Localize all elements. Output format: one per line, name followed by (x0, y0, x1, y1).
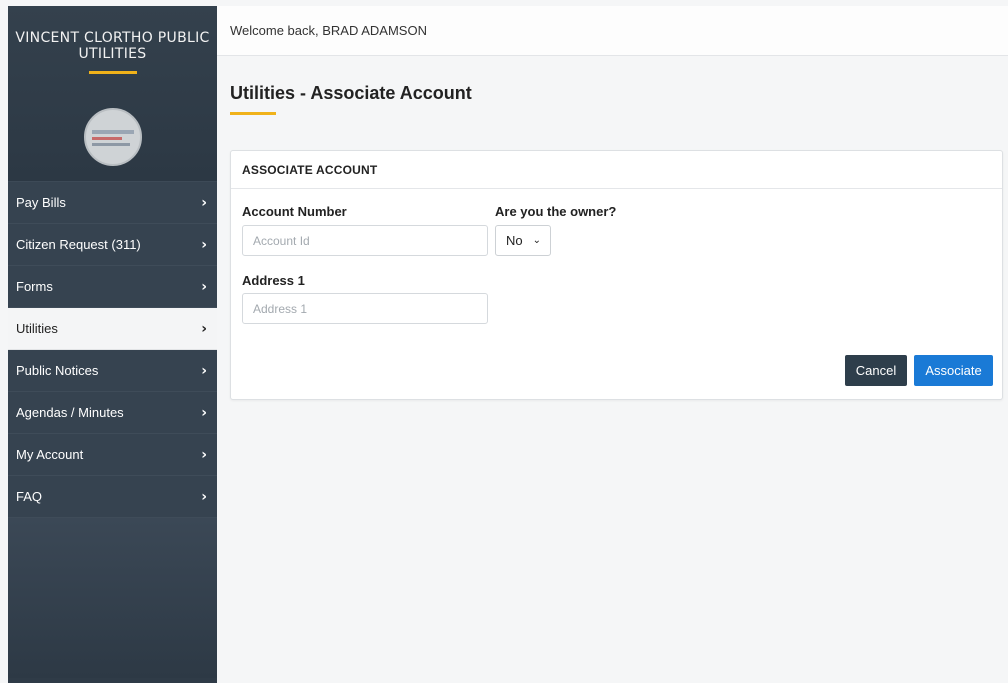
owner-select[interactable]: No ⌄ (495, 225, 551, 256)
sidebar-item-label: Public Notices (16, 363, 99, 378)
page-title: Utilities - Associate Account (230, 83, 472, 103)
account-number-input[interactable] (242, 225, 488, 256)
account-number-label: Account Number (242, 204, 347, 219)
sidebar-item-label: Forms (16, 279, 53, 294)
chevron-right-icon: › (201, 362, 207, 379)
sidebar-item-faq[interactable]: FAQ › (8, 476, 217, 518)
sidebar-item-label: Citizen Request (311) (16, 237, 141, 252)
sidebar-item-pay-bills[interactable]: Pay Bills › (8, 182, 217, 224)
sidebar-item-forms[interactable]: Forms › (8, 266, 217, 308)
address1-label: Address 1 (242, 273, 305, 288)
address1-input[interactable] (242, 293, 488, 324)
chevron-down-icon: ⌄ (532, 235, 542, 246)
sidebar-nav: Pay Bills › Citizen Request (311) › Form… (8, 182, 217, 518)
sidebar-item-public-notices[interactable]: Public Notices › (8, 350, 217, 392)
chevron-right-icon: › (201, 320, 207, 337)
associate-account-card: ASSOCIATE ACCOUNT Account Number Are you… (230, 150, 1003, 400)
title-underline (230, 112, 276, 115)
chevron-right-icon: › (201, 278, 207, 295)
sidebar-item-label: FAQ (16, 489, 43, 504)
welcome-message: Welcome back, BRAD ADAMSON (230, 23, 427, 38)
top-bar: Welcome back, BRAD ADAMSON (217, 6, 1008, 56)
chevron-right-icon: › (201, 194, 207, 211)
chevron-right-icon: › (201, 488, 207, 505)
sidebar-item-label: Pay Bills (16, 195, 66, 210)
sidebar-item-my-account[interactable]: My Account › (8, 434, 217, 476)
owner-label: Are you the owner? (495, 204, 617, 219)
cancel-button[interactable]: Cancel (845, 355, 907, 386)
card-header: ASSOCIATE ACCOUNT (231, 151, 1002, 189)
sidebar-item-label: My Account (16, 447, 84, 462)
avatar[interactable] (83, 108, 142, 166)
sidebar-item-citizen-request[interactable]: Citizen Request (311) › (8, 224, 217, 266)
sidebar-item-utilities[interactable]: Utilities › (8, 308, 217, 350)
sidebar: VINCENT CLORTHO PUBLIC UTILITIES Pay Bil… (8, 6, 217, 683)
chevron-right-icon: › (201, 236, 207, 253)
chevron-right-icon: › (201, 446, 207, 463)
sidebar-item-agendas-minutes[interactable]: Agendas / Minutes › (8, 392, 217, 434)
brand-panel: VINCENT CLORTHO PUBLIC UTILITIES (8, 6, 217, 182)
sidebar-item-label: Utilities (16, 321, 58, 336)
chevron-right-icon: › (201, 404, 207, 421)
associate-button[interactable]: Associate (914, 355, 993, 386)
owner-select-value: No (506, 233, 523, 248)
sidebar-fill (8, 518, 217, 678)
sidebar-item-label: Agendas / Minutes (16, 405, 124, 420)
brand-underline (88, 71, 137, 74)
brand-title: VINCENT CLORTHO PUBLIC UTILITIES (15, 30, 210, 62)
